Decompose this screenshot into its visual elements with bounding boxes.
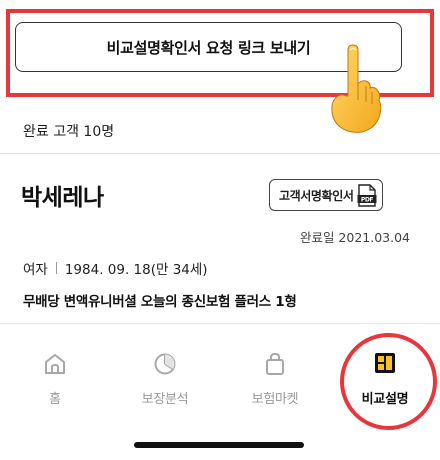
home-indicator[interactable] (134, 442, 304, 448)
customer-gender: 여자 (23, 262, 48, 278)
insurance-product-name: 무배당 변액유니버셜 오늘의 종신보험 플러스 1형 (23, 294, 297, 310)
customer-birth: 1984. 09. 18(만 34세) (64, 262, 208, 278)
svg-text:PDF: PDF (361, 197, 374, 204)
customer-info: 여자 1984. 09. 18(만 34세) (23, 258, 208, 278)
tab-home-label: 홈 (49, 392, 61, 407)
info-separator (55, 262, 57, 274)
tab-home[interactable]: 홈 (0, 324, 110, 424)
pdf-file-icon: PDF (357, 184, 377, 207)
customer-signature-confirm-label: 고객서명확인서 (279, 188, 354, 203)
tab-coverage-analysis-label: 보장분석 (141, 392, 189, 407)
tab-insurance-market[interactable]: 보험마켓 (220, 324, 330, 424)
tab-insurance-market-label: 보험마켓 (251, 392, 299, 407)
tab-coverage-analysis[interactable]: 보장분석 (110, 324, 220, 424)
completion-date: 완료일 2021.03.04 (299, 230, 410, 245)
divider (0, 153, 440, 154)
pointing-hand-icon (331, 44, 382, 133)
shopping-bag-icon (266, 352, 284, 375)
home-icon (45, 354, 65, 374)
pie-chart-icon (154, 353, 176, 375)
active-tab-highlight-ring (340, 333, 437, 430)
customer-signature-confirm-button[interactable]: 고객서명확인서 PDF (269, 179, 383, 211)
completed-customers-count: 완료 고객 10명 (23, 124, 115, 140)
send-request-link-label: 비교설명확인서 요청 링크 보내기 (106, 38, 311, 57)
customer-name: 박세레나 (21, 185, 104, 211)
